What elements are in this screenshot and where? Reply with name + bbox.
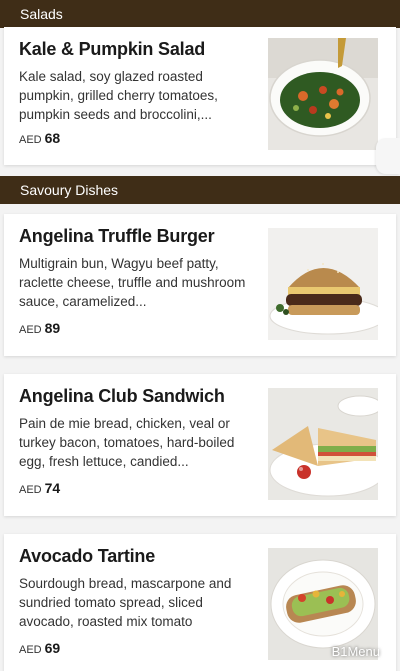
item-price: AED 74 [19,480,60,498]
price-value: 69 [44,640,61,656]
item-price: AED 69 [19,640,60,658]
section-header-salads: Salads [0,0,400,28]
club-sandwich-image[interactable] [268,388,378,500]
price-value: 89 [44,320,61,336]
item-name: Angelina Club Sandwich [19,386,225,406]
section-title: Salads [20,6,63,22]
scroll-handle[interactable] [376,138,400,174]
section-title: Savoury Dishes [20,182,119,198]
watermark: B1Menu [331,644,380,659]
price-value: 68 [44,130,61,146]
salad-bowl-image[interactable] [268,38,378,150]
item-description: Pain de mie bread, chicken, veal or turk… [19,416,235,469]
item-name: Avocado Tartine [19,546,156,566]
price-currency: AED [19,324,42,336]
item-description: Sourdough bread, mascarpone and sundried… [19,576,232,629]
item-price: AED 89 [19,320,60,338]
item-name: Kale & Pumpkin Salad [19,39,206,59]
burger-plate-image[interactable] [268,228,378,340]
menu-item-card[interactable]: Angelina Club Sandwich Pain de mie bread… [4,374,396,516]
price-currency: AED [19,134,42,146]
price-value: 74 [44,480,61,496]
item-description: Multigrain bun, Wagyu beef patty, raclet… [19,256,246,309]
item-description: Kale salad, soy glazed roasted pumpkin, … [19,69,218,122]
menu-item-card[interactable]: Kale & Pumpkin Salad Kale salad, soy gla… [4,27,396,165]
price-currency: AED [19,484,42,496]
menu-item-card[interactable]: Angelina Truffle Burger Multigrain bun, … [4,214,396,356]
item-name: Angelina Truffle Burger [19,226,215,246]
price-currency: AED [19,644,42,656]
section-header-savoury-dishes: Savoury Dishes [0,176,400,204]
item-price: AED 68 [19,130,60,148]
